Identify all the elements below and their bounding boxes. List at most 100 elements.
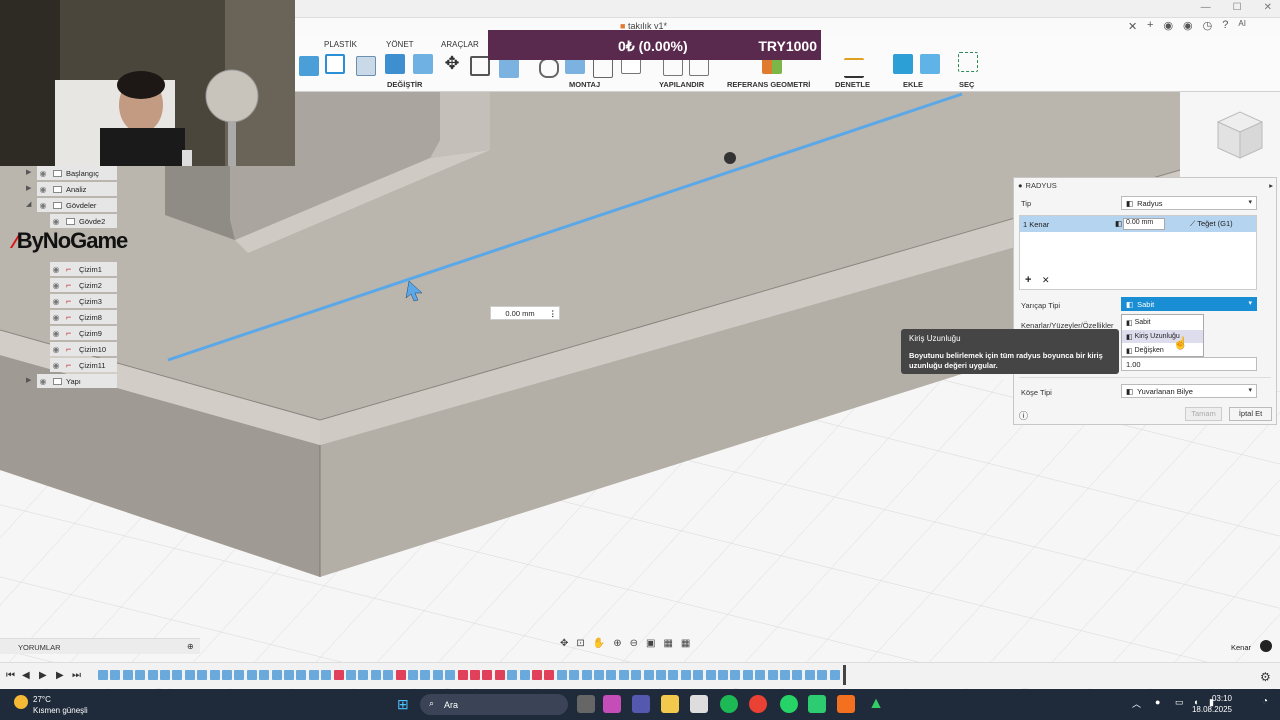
timeline-feature-item[interactable] bbox=[197, 670, 208, 680]
timeline-feature-item[interactable] bbox=[656, 670, 666, 680]
timeline-feature-item[interactable] bbox=[494, 670, 505, 680]
tab-araclar[interactable]: ARAÇLAR bbox=[441, 40, 479, 49]
timeline-feature-item[interactable] bbox=[395, 670, 406, 680]
timeline-feature-item[interactable] bbox=[693, 670, 704, 680]
maximize-icon[interactable]: ☐ bbox=[1233, 2, 1242, 13]
fit-icon[interactable]: ⊖ bbox=[630, 638, 638, 649]
timeline-feature-item[interactable] bbox=[333, 670, 344, 680]
option-sabit[interactable]: ◧ Sabit bbox=[1122, 316, 1203, 329]
timeline-feature-item[interactable] bbox=[308, 670, 319, 680]
timeline-feature-item[interactable] bbox=[780, 670, 790, 680]
fillet-tool-icon[interactable] bbox=[325, 54, 345, 74]
visibility-eye-icon[interactable]: ◉ bbox=[50, 329, 62, 338]
measure-tool-icon[interactable] bbox=[844, 58, 864, 78]
continuity-select[interactable]: ⟋ Teğet (G1) bbox=[1190, 219, 1233, 229]
browser-item-cizim2[interactable]: ◉ ⌐ Çizim2 bbox=[50, 278, 117, 292]
browser-item-cizim3[interactable]: ◉ ⌐ Çizim3 bbox=[50, 294, 117, 308]
visibility-eye-icon[interactable]: ◉ bbox=[50, 345, 62, 354]
edge-radius-input[interactable]: 0.00 mm bbox=[1123, 218, 1165, 230]
timeline-feature-item[interactable] bbox=[482, 670, 493, 680]
whatsapp-icon[interactable] bbox=[780, 695, 798, 713]
timeline-feature-item[interactable] bbox=[594, 670, 604, 680]
timeline-feature-item[interactable] bbox=[222, 670, 232, 680]
timeline-feature-item[interactable] bbox=[147, 670, 158, 680]
timeline-feature-item[interactable] bbox=[767, 670, 778, 680]
chamfer-tool-icon[interactable] bbox=[356, 56, 376, 76]
timeline-feature-item[interactable] bbox=[184, 670, 195, 680]
timeline-feature-item[interactable] bbox=[271, 670, 282, 680]
expand-arrow-icon[interactable]: ▶ bbox=[26, 184, 31, 192]
timeline-feature-item[interactable] bbox=[122, 670, 133, 680]
cancel-button[interactable]: İptal Et bbox=[1229, 407, 1272, 421]
look-at-icon[interactable]: ⊡ bbox=[576, 638, 584, 649]
timeline-feature-item[interactable] bbox=[804, 670, 815, 680]
timeline-feature-item[interactable] bbox=[829, 670, 840, 680]
close-tab-icon[interactable]: ✕ bbox=[1128, 20, 1137, 33]
weight-input[interactable]: 1.00 bbox=[1121, 357, 1257, 371]
spotify-icon[interactable] bbox=[720, 695, 738, 713]
option-kiris-uzunlugu[interactable]: ◧ Kiriş Uzunluğu bbox=[1122, 330, 1203, 343]
edge-row[interactable]: 1 Kenar ◧ 0.00 mm ⟋ Teğet (G1) bbox=[1020, 216, 1256, 232]
store-icon[interactable] bbox=[690, 695, 708, 713]
task-view-icon[interactable] bbox=[577, 695, 595, 713]
timeline-feature-item[interactable] bbox=[556, 670, 567, 680]
timeline-feature-item[interactable] bbox=[259, 670, 270, 680]
rigid-group-icon[interactable] bbox=[593, 58, 613, 78]
add-edge-icon[interactable]: + bbox=[1025, 274, 1031, 286]
timeline-settings-icon[interactable]: ⚙ bbox=[1260, 670, 1271, 684]
timeline-feature-item[interactable] bbox=[457, 670, 468, 680]
remove-edge-icon[interactable]: ✕ bbox=[1042, 275, 1050, 286]
browser-item-cizim11[interactable]: ◉ ⌐ Çizim11 bbox=[50, 358, 117, 372]
timeline-feature-item[interactable] bbox=[730, 670, 741, 680]
joint-tool-icon[interactable] bbox=[539, 58, 559, 78]
chrome-icon[interactable] bbox=[749, 695, 767, 713]
new-tab-icon[interactable]: + bbox=[1147, 19, 1153, 32]
add-comment-icon[interactable]: ⊕ bbox=[187, 642, 194, 651]
tray-chevron-icon[interactable]: ︿ bbox=[1132, 697, 1141, 710]
clock-icon[interactable]: ◷ bbox=[1203, 19, 1213, 32]
timeline-feature-item[interactable] bbox=[742, 670, 753, 680]
corner-type-select[interactable]: ◧ Yuvarlanan Bilye ▾ bbox=[1121, 384, 1257, 398]
timeline-marker[interactable] bbox=[843, 665, 846, 685]
press-pull-tool-icon[interactable] bbox=[299, 56, 319, 76]
zoom-icon[interactable]: ⊕ bbox=[613, 638, 621, 649]
viewports-icon[interactable]: ▦ bbox=[681, 638, 690, 649]
timeline-feature-item[interactable] bbox=[110, 670, 121, 680]
visibility-eye-icon[interactable]: ◉ bbox=[37, 169, 49, 178]
minimize-icon[interactable]: — bbox=[1201, 2, 1211, 13]
user-avatar[interactable]: AI bbox=[1238, 19, 1246, 32]
drag-handle-icon[interactable] bbox=[724, 152, 736, 164]
timeline-feature-item[interactable] bbox=[160, 670, 170, 680]
group-montaj[interactable]: MONTAJ bbox=[569, 80, 600, 89]
browser-item-baslangic[interactable]: ◉ Başlangıç bbox=[37, 166, 117, 180]
orbit-icon[interactable]: ✥ bbox=[560, 638, 568, 649]
timeline-feature-item[interactable] bbox=[432, 670, 443, 680]
timeline-first-icon[interactable]: ⏮ bbox=[6, 670, 15, 681]
collapse-arrow-icon[interactable]: ◢ bbox=[26, 200, 31, 208]
timeline-feature-item[interactable] bbox=[408, 670, 418, 680]
timeline-feature-item[interactable] bbox=[98, 670, 108, 680]
timeline-feature-item[interactable] bbox=[643, 670, 654, 680]
timeline-last-icon[interactable]: ⏭ bbox=[72, 670, 81, 681]
expand-arrow-icon[interactable]: ▶ bbox=[26, 376, 31, 384]
expand-dialog-icon[interactable]: ▸ bbox=[1269, 181, 1273, 190]
timeline-feature-item[interactable] bbox=[581, 670, 592, 680]
view-cube[interactable] bbox=[1216, 111, 1264, 159]
expand-arrow-icon[interactable]: ▶ bbox=[26, 168, 31, 176]
visibility-eye-icon[interactable]: ◉ bbox=[50, 297, 62, 306]
visibility-eye-icon[interactable]: ◉ bbox=[37, 185, 49, 194]
visibility-eye-icon[interactable]: ◉ bbox=[50, 217, 62, 226]
insert-tool-icon[interactable] bbox=[893, 54, 913, 74]
timeline-feature-item[interactable] bbox=[284, 670, 294, 680]
draft-tool-icon[interactable] bbox=[413, 54, 433, 74]
notifications-icon[interactable]: ◉ bbox=[1183, 19, 1193, 32]
align-tool-icon[interactable] bbox=[470, 56, 490, 76]
close-window-icon[interactable]: ✕ bbox=[1264, 2, 1272, 13]
timeline-feature-item[interactable] bbox=[346, 670, 356, 680]
browser-item-cizim10[interactable]: ◉ ⌐ Çizim10 bbox=[50, 342, 117, 356]
grid-settings-icon[interactable]: ▦ bbox=[663, 638, 672, 649]
timeline-feature-item[interactable] bbox=[445, 670, 456, 680]
browser-item-yapi[interactable]: ◉ Yapı bbox=[37, 374, 117, 388]
visibility-eye-icon[interactable]: ◉ bbox=[37, 201, 49, 210]
timeline-feature-item[interactable] bbox=[668, 670, 679, 680]
